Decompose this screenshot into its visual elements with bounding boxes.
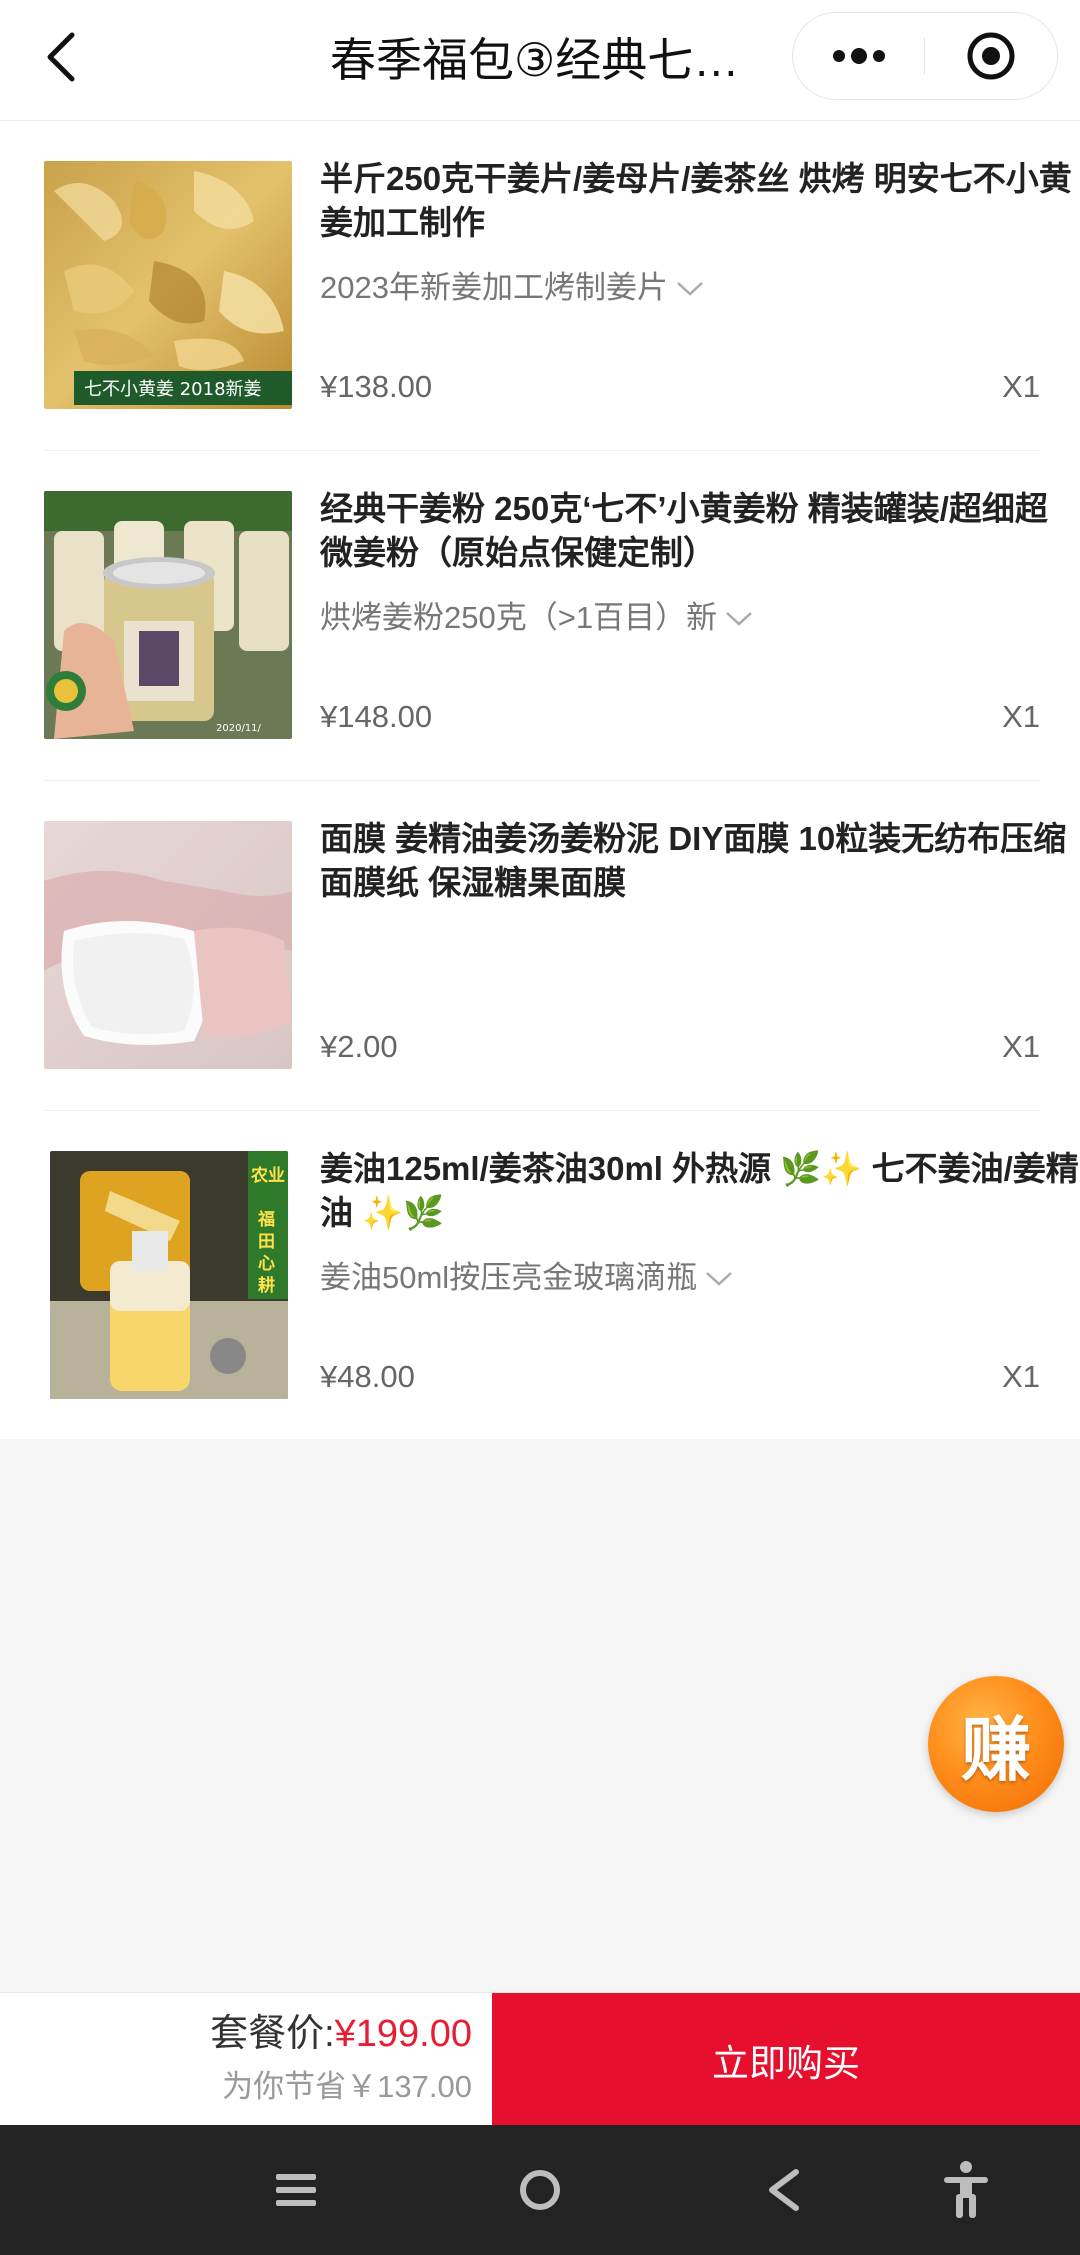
back-button[interactable]: [30, 22, 90, 92]
product-quantity: X1: [1002, 1029, 1040, 1064]
chevron-down-icon: [705, 1269, 733, 1287]
back-icon: [47, 32, 75, 82]
savings-text: 为你节省￥137.00: [222, 2069, 472, 2104]
product-title: 半斤250克干姜片/姜母片/姜茶丝 烘烤 明安七不小黄姜加工制作: [320, 160, 1072, 241]
product-spec-selector[interactable]: 烘烤姜粉250克（>1百目）新: [320, 593, 1080, 643]
list-item[interactable]: 七不小黄姜 2018新姜 半斤250克干姜片/姜母片/姜茶丝 烘烤 明安七不小黄…: [44, 121, 1072, 451]
product-spec-selector[interactable]: 姜油50ml按压亮金玻璃滴瓶: [320, 1253, 1080, 1303]
earn-commission-button[interactable]: 赚: [928, 1676, 1064, 1812]
product-quantity: X1: [1002, 699, 1040, 734]
home-button[interactable]: [500, 2155, 580, 2225]
list-item[interactable]: 2020/11/ 经典干姜粉 250克‘七不’小黄姜粉 精装罐装/超细超微姜粉（…: [44, 451, 1048, 781]
list-item[interactable]: 农业 福 田 心 耕 姜油125ml/姜茶油30ml 外热源 🌿✨ 七不姜油/姜…: [44, 1111, 1079, 1441]
product-image: 2020/11/: [44, 491, 292, 739]
svg-text:心: 心: [258, 1254, 275, 1274]
product-image: 农业 福 田 心 耕: [50, 1151, 288, 1399]
back-nav-button[interactable]: [744, 2155, 824, 2225]
miniprogram-capsule: [792, 12, 1058, 100]
product-title: 经典干姜粉 250克‘七不’小黄姜粉 精装罐装/超细超微姜粉（原始点保健定制）: [320, 490, 1048, 571]
product-title: 姜油125ml/姜茶油30ml 外热源 🌿✨ 七不姜油/姜精油 ✨🌿: [320, 1150, 1079, 1231]
product-quantity: X1: [1002, 1359, 1040, 1394]
menu-button[interactable]: [256, 2155, 336, 2225]
bundle-price-label: 套餐价:: [210, 2013, 335, 2055]
product-spec: 烘烤姜粉250克（>1百目）新: [320, 600, 718, 635]
menu-icon: [276, 2174, 316, 2206]
home-icon: [520, 2170, 560, 2210]
chevron-down-icon: [725, 609, 753, 627]
svg-text:田: 田: [258, 1232, 275, 1252]
bundle-product-list: 七不小黄姜 2018新姜 半斤250克干姜片/姜母片/姜茶丝 烘烤 明安七不小黄…: [0, 121, 1080, 1439]
product-price: ¥148.00: [320, 699, 433, 734]
product-image: [44, 821, 292, 1069]
product-price: ¥2.00: [320, 1029, 398, 1064]
svg-text:2020/11/: 2020/11/: [216, 723, 262, 734]
list-item[interactable]: 面膜 姜精油姜汤姜粉泥 DIY面膜 10粒装无纺布压缩面膜纸 保湿糖果面膜 ¥2…: [44, 781, 1066, 1111]
purchase-bar: 套餐价:¥199.00 为你节省￥137.00 立即购买: [0, 1992, 1080, 2126]
chevron-down-icon: [676, 279, 704, 297]
product-price: ¥138.00: [320, 369, 433, 404]
top-navigation-bar: 春季福包③经典七…: [0, 0, 1080, 121]
svg-text:耕: 耕: [258, 1275, 275, 1296]
product-price: ¥48.00: [320, 1359, 415, 1394]
close-miniprogram-button[interactable]: [925, 13, 1057, 99]
accessibility-icon: [944, 2161, 988, 2218]
system-navigation-bar: [0, 2125, 1080, 2255]
back-nav-icon: [769, 2169, 799, 2211]
bundle-price-row: 套餐价:¥199.00: [210, 2009, 472, 2059]
product-spec: 姜油50ml按压亮金玻璃滴瓶: [320, 1260, 698, 1295]
svg-text:福: 福: [257, 1209, 275, 1230]
product-spec: 2023年新姜加工烤制姜片: [320, 270, 668, 305]
bundle-price: ¥199.00: [334, 2013, 472, 2055]
close-miniprogram-icon: [967, 32, 1015, 80]
more-icon: [832, 48, 885, 64]
product-title: 面膜 姜精油姜汤姜粉泥 DIY面膜 10粒装无纺布压缩面膜纸 保湿糖果面膜: [320, 820, 1067, 901]
accessibility-button[interactable]: [926, 2155, 1006, 2225]
buy-now-button[interactable]: 立即购买: [492, 1993, 1080, 2126]
thumb-caption-top: 农业: [250, 1165, 285, 1186]
product-quantity: X1: [1002, 369, 1040, 404]
svg-text:七不小黄姜 2018新姜: 七不小黄姜 2018新姜: [84, 379, 262, 400]
product-image: 七不小黄姜 2018新姜: [44, 161, 292, 409]
product-spec-selector[interactable]: 2023年新姜加工烤制姜片: [320, 263, 1080, 313]
page-title: 春季福包③经典七…: [330, 34, 740, 86]
more-button[interactable]: [793, 13, 924, 99]
